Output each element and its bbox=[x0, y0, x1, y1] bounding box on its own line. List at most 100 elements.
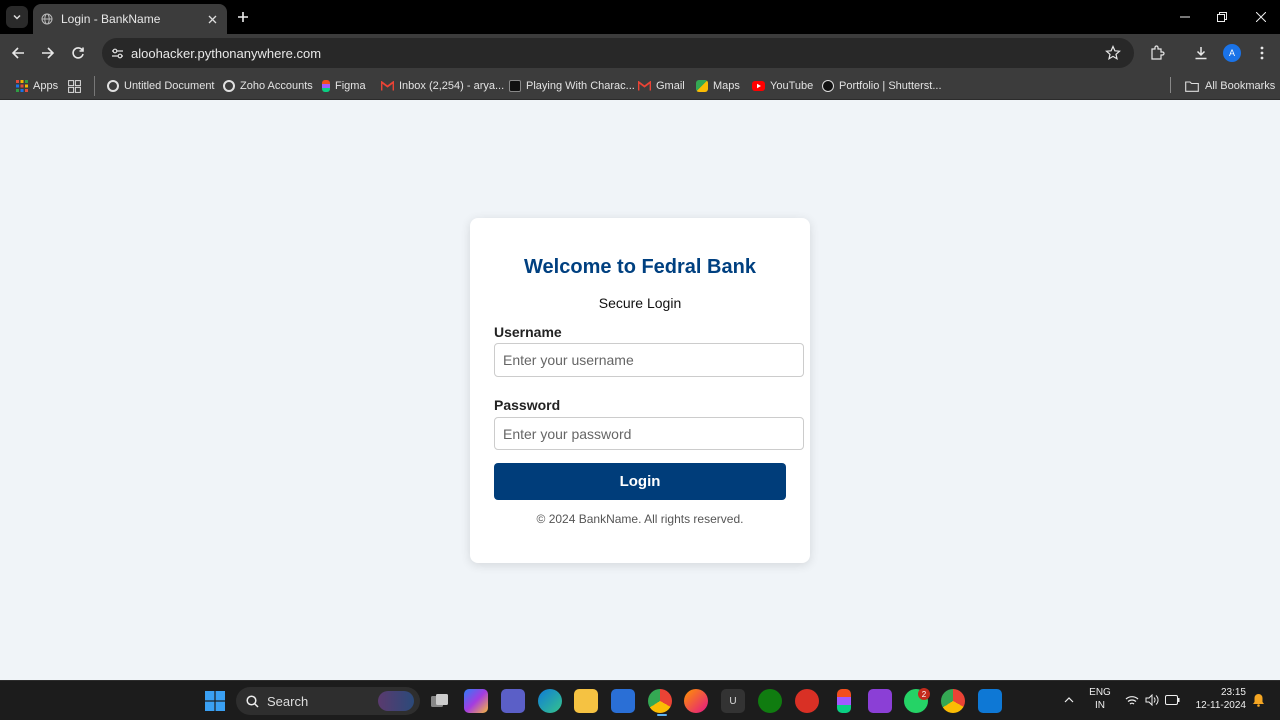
search-label: Search bbox=[267, 693, 309, 709]
xbox-icon[interactable] bbox=[758, 689, 782, 713]
chrome-profile-icon[interactable] bbox=[941, 689, 965, 713]
tab-groups-icon[interactable] bbox=[68, 77, 81, 95]
language-code: ENG bbox=[1089, 687, 1111, 698]
restore-icon[interactable] bbox=[1213, 8, 1231, 26]
apps-grid-icon bbox=[16, 80, 28, 92]
bookmark-apps[interactable]: Apps bbox=[16, 77, 58, 95]
bookmark-untitled-document[interactable]: Untitled Document bbox=[107, 77, 215, 95]
vscode-icon[interactable] bbox=[978, 689, 1002, 713]
bookmark-gmail[interactable]: Gmail bbox=[638, 77, 685, 95]
close-window-icon[interactable] bbox=[1252, 8, 1270, 26]
search-icon bbox=[246, 694, 259, 708]
unity-icon[interactable]: U bbox=[721, 689, 745, 713]
language-region: IN bbox=[1095, 700, 1105, 711]
search-highlight-icon bbox=[378, 691, 414, 711]
task-view-icon[interactable] bbox=[428, 689, 452, 713]
gmail-icon bbox=[381, 81, 394, 91]
password-input[interactable] bbox=[494, 417, 804, 450]
chrome-icon[interactable] bbox=[648, 689, 672, 713]
browser-toolbar: aloohacker.pythonanywhere.com bbox=[0, 34, 1280, 72]
bookmark-zoho-accounts[interactable]: Zoho Accounts bbox=[223, 77, 313, 95]
active-app-indicator bbox=[657, 714, 667, 716]
store-icon[interactable] bbox=[611, 689, 635, 713]
download-icon[interactable] bbox=[1192, 44, 1210, 62]
bookmarks-bar: Apps Untitled Document Zoho Accounts Fig… bbox=[0, 72, 1280, 100]
site-settings-icon[interactable] bbox=[109, 45, 125, 61]
bookmark-figma[interactable]: Figma bbox=[322, 77, 366, 95]
close-tab-icon[interactable] bbox=[205, 12, 219, 26]
system-clock[interactable]: 23:15 12-11-2024 bbox=[1186, 686, 1246, 712]
chrome-favicon-icon bbox=[223, 80, 235, 92]
browser-tab-bar: Login - BankName bbox=[0, 0, 1280, 34]
bookmark-label: Zoho Accounts bbox=[240, 80, 313, 92]
browser-tab[interactable]: Login - BankName bbox=[33, 4, 227, 34]
taskbar-search[interactable]: Search bbox=[236, 687, 420, 715]
bookmark-label: Inbox (2,254) - arya... bbox=[399, 80, 505, 92]
bookmark-divider bbox=[94, 76, 95, 96]
username-input[interactable] bbox=[494, 343, 804, 377]
wifi-icon[interactable] bbox=[1124, 692, 1140, 708]
bookmark-label: Playing With Charac... bbox=[526, 80, 635, 92]
tab-search-button[interactable] bbox=[6, 6, 28, 28]
all-bookmarks-label: All Bookmarks bbox=[1205, 80, 1276, 92]
reload-icon[interactable] bbox=[68, 43, 88, 63]
medium-icon bbox=[509, 80, 521, 92]
extensions-icon[interactable] bbox=[1148, 44, 1166, 62]
folder-icon bbox=[1185, 80, 1199, 92]
tab-title: Login - BankName bbox=[61, 12, 161, 26]
bookmark-label: Portfolio | Shutterst... bbox=[839, 80, 942, 92]
teams-icon[interactable] bbox=[501, 689, 525, 713]
globe-icon bbox=[41, 13, 53, 25]
maps-icon bbox=[696, 80, 708, 92]
bookmark-star-icon[interactable] bbox=[1105, 45, 1121, 61]
gmail-icon bbox=[638, 81, 651, 91]
whatsapp-badge: 2 bbox=[918, 688, 930, 700]
bookmark-label: Untitled Document bbox=[124, 80, 215, 92]
tray-overflow-icon[interactable] bbox=[1061, 692, 1077, 708]
file-explorer-icon[interactable] bbox=[574, 689, 598, 713]
battery-icon[interactable] bbox=[1164, 692, 1180, 708]
chevron-down-icon bbox=[13, 14, 21, 20]
language-indicator[interactable]: ENG IN bbox=[1087, 686, 1113, 712]
back-arrow-icon[interactable] bbox=[8, 43, 28, 63]
volume-icon[interactable] bbox=[1144, 692, 1160, 708]
figma-icon bbox=[322, 80, 330, 92]
forward-arrow-icon[interactable] bbox=[38, 43, 58, 63]
page-title: Welcome to Fedral Bank bbox=[524, 256, 756, 278]
username-label: Username bbox=[494, 324, 562, 340]
bookmark-inbox[interactable]: Inbox (2,254) - arya... bbox=[381, 77, 504, 95]
notification-bell-icon[interactable] bbox=[1250, 692, 1266, 708]
profile-avatar[interactable]: A bbox=[1223, 44, 1241, 62]
bookmark-portfolio[interactable]: Portfolio | Shutterst... bbox=[822, 77, 942, 95]
bookmark-label: Gmail bbox=[656, 80, 685, 92]
bookmark-label: Figma bbox=[335, 80, 366, 92]
login-button[interactable]: Login bbox=[494, 463, 786, 500]
copilot-icon[interactable] bbox=[464, 689, 488, 713]
bookmark-maps[interactable]: Maps bbox=[696, 77, 740, 95]
all-bookmarks[interactable]: All Bookmarks bbox=[1185, 77, 1275, 95]
wps-office-icon[interactable] bbox=[795, 689, 819, 713]
address-bar[interactable]: aloohacker.pythonanywhere.com bbox=[102, 38, 1134, 68]
clock-date: 12-11-2024 bbox=[1195, 700, 1246, 711]
instagram-icon[interactable] bbox=[868, 689, 892, 713]
page-subtitle: Secure Login bbox=[598, 295, 682, 311]
menu-dots-icon[interactable] bbox=[1253, 44, 1271, 62]
edge-icon[interactable] bbox=[538, 689, 562, 713]
minimize-icon[interactable] bbox=[1176, 8, 1194, 26]
password-label: Password bbox=[494, 397, 561, 413]
bookmark-label: YouTube bbox=[770, 80, 814, 92]
bookmark-label: Apps bbox=[33, 80, 59, 92]
firefox-icon[interactable] bbox=[684, 689, 708, 713]
shutterstock-icon bbox=[822, 80, 834, 92]
url-text: aloohacker.pythonanywhere.com bbox=[131, 46, 322, 61]
youtube-icon bbox=[752, 81, 765, 91]
new-tab-icon[interactable] bbox=[234, 8, 252, 26]
figma-app-icon[interactable] bbox=[837, 689, 851, 713]
bookmark-playing-with-characters[interactable]: Playing With Charac... bbox=[509, 77, 635, 95]
bookmark-youtube[interactable]: YouTube bbox=[752, 77, 813, 95]
windows-start-icon[interactable] bbox=[203, 689, 227, 713]
clock-time: 23:15 bbox=[1220, 687, 1246, 698]
bookmarks-divider bbox=[1170, 77, 1171, 93]
login-card: Welcome to Fedral Bank Secure Login User… bbox=[470, 218, 810, 563]
bookmark-label: Maps bbox=[713, 80, 740, 92]
